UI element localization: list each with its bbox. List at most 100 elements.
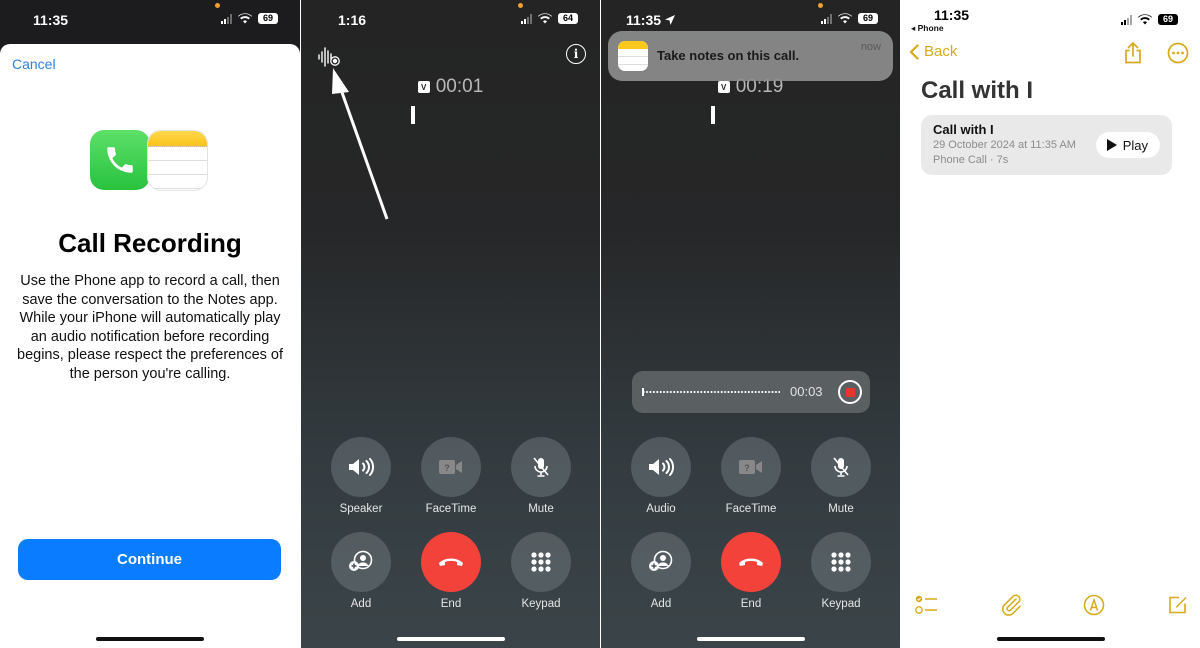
svg-text:?: ? [444,463,450,473]
keypad-icon [831,552,851,572]
more-options-icon[interactable] [1167,42,1189,64]
mute-label: Mute [528,503,554,515]
recording-elapsed: 00:03 [790,384,823,399]
keypad-button[interactable]: Keypad [511,532,571,610]
caller-badge: V [417,81,430,93]
back-label: Back [924,43,958,60]
cellular-signal-icon [521,13,532,24]
status-icons: 69 [1121,14,1178,25]
call-recording-active-screen: 11:35 69 V 00:19 Take notes on this call… [600,0,900,648]
add-person-icon [649,550,673,571]
speaker-icon [349,458,374,476]
status-bar: 1:16 64 [301,0,600,40]
mute-label: Mute [828,503,854,515]
wifi-icon [838,13,852,24]
markup-icon[interactable] [1083,594,1105,616]
facetime-button[interactable]: ? FaceTime [721,437,781,515]
cellular-signal-icon [821,13,832,24]
battery-indicator: 69 [858,13,878,24]
call-recording-attachment[interactable]: Call with I 29 October 2024 at 11:35 AM … [921,115,1172,175]
description-text: Use the Phone app to record a call, then… [17,273,283,382]
add-call-button[interactable]: Add [631,532,691,610]
caller-name-placeholder [711,106,715,124]
notes-app-icon [618,41,648,71]
recording-bar[interactable]: 00:03 [632,371,870,413]
notification-time: now [860,41,881,53]
call-duration: 00:01 [435,76,484,97]
battery-indicator: 69 [258,13,278,24]
home-indicator[interactable] [696,637,805,641]
info-icon[interactable]: i [566,44,586,64]
mute-icon [533,457,549,477]
status-time: 11:35 [626,12,675,28]
stop-record-icon [845,387,855,397]
app-icons-group [90,130,210,192]
play-button[interactable]: Play [1095,132,1160,158]
in-call-screen: 1:16 64 i V 00:01 Speaker ? FaceTime Mut… [300,0,600,648]
end-label: End [440,598,462,610]
notes-call-recording-screen: 11:35 69 ◂ Phone Back Call with I Call w… [900,0,1200,648]
mic-indicator-dot [818,3,823,8]
status-time: 11:35 [934,7,970,23]
keypad-label: Keypad [521,598,561,610]
wifi-icon [1138,14,1152,25]
chevron-left-icon [909,43,919,60]
home-indicator[interactable] [96,637,204,641]
facetime-icon: ? [439,460,462,474]
continue-button[interactable]: Continue [18,539,281,580]
cancel-button[interactable]: Cancel [12,56,56,72]
facetime-label: FaceTime [725,503,777,515]
modal-sheet: Cancel Call Recording Use the Phone app … [0,44,300,648]
status-icons: 69 [821,13,878,24]
add-call-button[interactable]: Add [331,532,391,610]
wifi-icon [538,13,552,24]
page-title: Call Recording [58,228,242,258]
notification-banner[interactable]: Take notes on this call. now [608,31,893,81]
mic-indicator-dot [518,3,523,8]
keypad-button[interactable]: Keypad [811,532,871,610]
mic-indicator-dot [215,3,220,8]
facetime-icon: ? [739,460,762,474]
add-label: Add [350,598,372,610]
phone-app-icon [90,130,150,190]
screenshot-collage: 11:35 69 Cancel Call Recording Use the P… [0,0,1200,648]
status-icons: 64 [521,13,578,24]
mute-button[interactable]: Mute [811,437,871,515]
location-arrow-icon [664,15,675,25]
add-label: Add [650,598,672,610]
svg-text:?: ? [744,463,750,473]
status-icons: 69 [221,13,278,24]
checklist-icon[interactable] [915,594,939,616]
speaker-button[interactable]: Speaker [331,437,391,515]
back-to-app-link[interactable]: ◂ Phone [911,23,944,34]
cellular-signal-icon [221,13,232,24]
keypad-label: Keypad [821,598,861,610]
audio-button[interactable]: Audio [631,437,691,515]
mute-button[interactable]: Mute [511,437,571,515]
back-button[interactable]: Back [909,43,957,60]
add-person-icon [349,550,373,571]
call-recording-intro-screen: 11:35 69 Cancel Call Recording Use the P… [0,0,300,648]
battery-indicator: 64 [558,13,578,24]
facetime-button[interactable]: ? FaceTime [421,437,481,515]
status-bar: 11:35 69 [901,0,1200,40]
home-indicator[interactable] [396,637,505,641]
share-icon[interactable] [1123,42,1143,64]
end-call-button[interactable]: End [421,532,481,610]
attachment-title: Call with I [933,122,994,137]
home-indicator[interactable] [996,637,1105,641]
attachment-date: 29 October 2024 at 11:35 AM [933,139,1076,151]
mute-icon [833,457,849,477]
end-call-button[interactable]: End [721,532,781,610]
speaker-label: Speaker [339,503,383,515]
speaker-icon [649,458,674,476]
compose-icon[interactable] [1167,594,1189,616]
note-title: Call with I [921,77,1034,104]
caller-name-placeholder [411,106,415,124]
facetime-label: FaceTime [425,503,477,515]
stop-record-button[interactable] [838,380,862,404]
status-bar: 11:35 69 [0,0,300,40]
end-call-icon [739,558,763,566]
notification-message: Take notes on this call. [657,48,800,63]
paperclip-icon[interactable] [1001,594,1023,616]
